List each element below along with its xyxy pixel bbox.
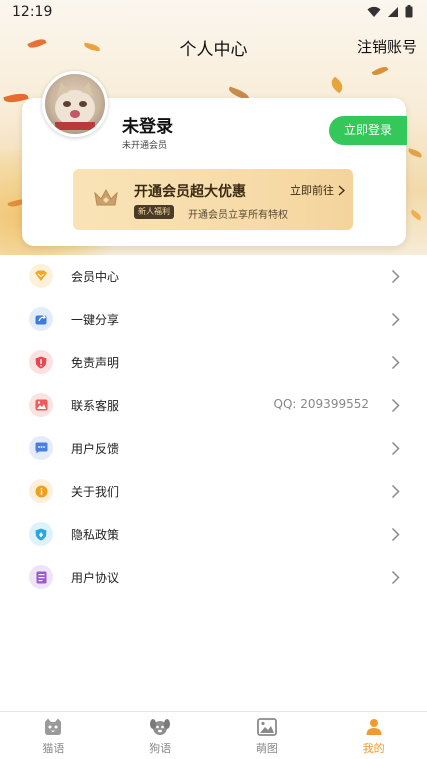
username: 未登录 [122,117,173,137]
autumn-leaf-decoration [371,64,389,78]
autumn-leaf-decoration [409,209,423,221]
menu-item-disclaimer[interactable]: 免责声明 [0,341,427,384]
menu-item-label: 关于我们 [71,485,120,499]
tab-cute-pictures[interactable]: 萌图 [214,712,321,759]
cat-avatar-image [55,82,95,130]
promo-tag-badge: 新人福利 [134,205,174,219]
tab-label: 萌图 [255,742,278,755]
tab-label: 猫语 [42,742,65,755]
menu-item-feedback[interactable]: 用户反馈 [0,427,427,470]
info-icon [29,479,53,503]
menu-item-label: 一键分享 [71,313,120,327]
avatar[interactable] [42,71,108,137]
status-icons [367,5,413,18]
chevron-right-icon [391,441,400,456]
autumn-leaf-decoration [407,148,423,158]
promo-go-label: 立即前往 [290,184,334,197]
image-icon [29,393,53,417]
share-icon [29,307,53,331]
menu-item-about-us[interactable]: 关于我们 [0,470,427,513]
chevron-right-icon [391,355,400,370]
autumn-leaf-decoration [328,76,346,94]
promo-go-link[interactable]: 立即前往 [290,182,345,198]
menu-item-share[interactable]: 一键分享 [0,298,427,341]
dog-icon [150,719,171,735]
user-icon [366,719,382,735]
menu-item-label: 免责声明 [71,356,120,370]
cat-icon [45,718,62,735]
menu-item-label: 联系客服 [71,399,120,413]
promo-subtitle: 开通会员立享所有特权 [188,210,288,221]
menu-item-vip-center[interactable]: 会员中心 [0,255,427,298]
status-bar: 12:19 [0,0,427,26]
title-bar: 个人中心 注销账号 [0,26,427,66]
chevron-right-icon [391,312,400,327]
tab-cat-language[interactable]: 猫语 [0,712,107,759]
chevron-right-icon [391,484,400,499]
menu-item-user-agreement[interactable]: 用户协议 [0,556,427,599]
shield-alert-icon [29,350,53,374]
vip-diamond-icon [29,264,53,288]
settings-menu-list: 会员中心 一键分享 免责声明 联系客服 QQ: 209399552 用户反馈 关… [0,255,427,599]
status-time: 12:19 [12,4,53,20]
menu-item-privacy-policy[interactable]: 隐私政策 [0,513,427,556]
chevron-right-icon [338,185,345,195]
document-icon [29,565,53,589]
promo-headline: 开通会员超大优惠 [134,184,246,200]
tab-dog-language[interactable]: 狗语 [107,712,214,759]
qq-contact-number: QQ: 209399552 [273,397,369,411]
picture-icon [256,718,277,736]
tab-label: 狗语 [149,742,172,755]
wifi-icon [367,6,381,17]
chevron-right-icon [391,570,400,585]
tab-label: 我的 [362,742,385,755]
delete-account-button[interactable]: 注销账号 [357,36,417,57]
privacy-shield-icon [29,522,53,546]
menu-item-customer-service[interactable]: 联系客服 QQ: 209399552 [0,384,427,427]
tab-mine[interactable]: 我的 [320,712,427,759]
chevron-right-icon [391,527,400,542]
bottom-navigation: 猫语 狗语 萌图 我的 [0,711,427,759]
chevron-right-icon [391,398,400,413]
chevron-right-icon [391,269,400,284]
member-status: 未开通会员 [122,141,168,151]
crown-icon [94,188,118,206]
menu-item-label: 隐私政策 [71,528,120,542]
menu-item-label: 用户协议 [71,571,120,585]
battery-icon [405,5,413,18]
vip-promo-banner[interactable]: 开通会员超大优惠 新人福利 开通会员立享所有特权 立即前往 [73,169,353,230]
login-button[interactable]: 立即登录 [329,116,407,145]
feedback-chat-icon [29,436,53,460]
cellular-signal-icon [388,6,398,17]
menu-item-label: 会员中心 [71,270,120,284]
menu-item-label: 用户反馈 [71,442,120,456]
